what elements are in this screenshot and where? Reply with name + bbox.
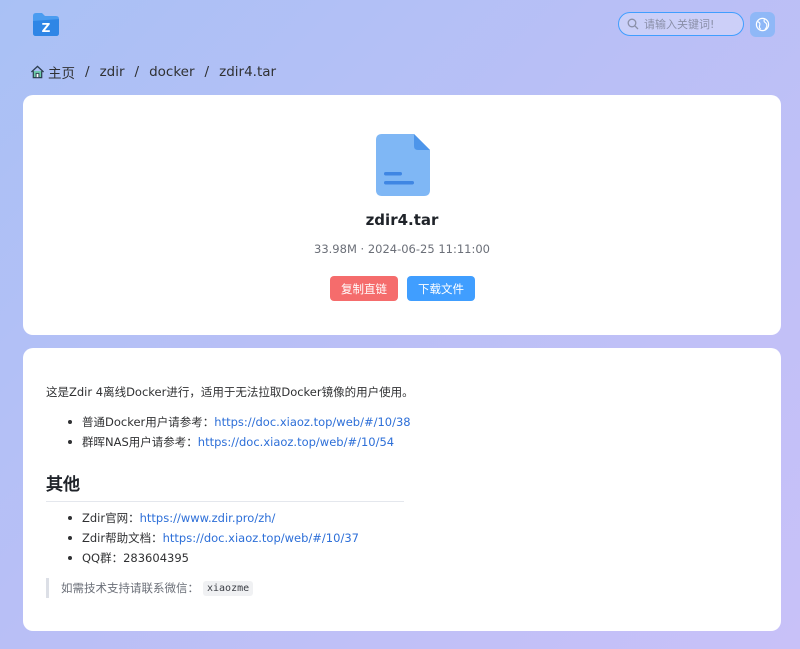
breadcrumb-home[interactable]: 主页 (30, 62, 75, 82)
doc-link[interactable]: https://doc.xiaoz.top/web/#/10/54 (198, 435, 394, 449)
list-item-label: 普通Docker用户请参考： (82, 415, 215, 429)
breadcrumb-home-label: 主页 (48, 66, 75, 82)
list-item: 群晖NAS用户请参考：https://doc.xiaoz.top/web/#/1… (68, 432, 411, 452)
readme-card: 这是Zdir 4离线Docker进行，适用于无法拉取Docker镜像的用户使用。… (23, 348, 781, 631)
file-name: zdir4.tar (365, 211, 439, 229)
app-logo-icon[interactable]: Z (31, 11, 61, 37)
globe-icon (755, 17, 770, 32)
search-icon (627, 18, 639, 30)
breadcrumb-item-current: zdir4.tar (219, 64, 277, 80)
website-link[interactable]: https://www.zdir.pro/zh/ (140, 511, 276, 525)
top-header: Z (0, 0, 800, 50)
docs-list: 普通Docker用户请参考：https://doc.xiaoz.top/web/… (68, 412, 411, 452)
breadcrumb-separator: / (85, 64, 90, 80)
copy-link-button[interactable]: 复制直链 (330, 276, 398, 301)
qq-group-number: 283604395 (123, 551, 189, 565)
file-icon (376, 134, 430, 196)
breadcrumb: 主页 / zdir / docker / zdir4.tar (30, 62, 276, 82)
search-box[interactable] (618, 12, 744, 36)
list-item-label: 群晖NAS用户请参考： (82, 435, 198, 449)
list-item: QQ群：283604395 (68, 548, 359, 568)
breadcrumb-item-zdir[interactable]: zdir (100, 64, 125, 80)
breadcrumb-separator: / (134, 64, 140, 80)
list-item-label: QQ群： (82, 551, 124, 565)
list-item: Zdir官网：https://www.zdir.pro/zh/ (68, 508, 359, 528)
language-button[interactable] (750, 12, 775, 37)
section-heading: 其他 (46, 470, 404, 502)
wechat-id-code: xiaozme (203, 580, 254, 596)
home-icon (30, 65, 45, 79)
breadcrumb-item-docker[interactable]: docker (149, 64, 194, 80)
file-meta: 33.98M · 2024-06-25 11:11:00 (314, 242, 490, 256)
doc-link[interactable]: https://doc.xiaoz.top/web/#/10/38 (214, 415, 410, 429)
list-item: Zdir帮助文档：https://doc.xiaoz.top/web/#/10/… (68, 528, 359, 548)
file-info-card: zdir4.tar 33.98M · 2024-06-25 11:11:00 复… (23, 95, 781, 335)
list-item: 普通Docker用户请参考：https://doc.xiaoz.top/web/… (68, 412, 411, 432)
breadcrumb-separator: / (204, 64, 210, 80)
support-quote: 如需技术支持请联系微信： xiaozme (46, 578, 254, 598)
list-item-label: Zdir帮助文档： (82, 531, 163, 545)
download-button[interactable]: 下载文件 (407, 276, 475, 301)
search-input[interactable] (644, 17, 740, 31)
readme-intro: 这是Zdir 4离线Docker进行，适用于无法拉取Docker镜像的用户使用。 (46, 385, 414, 399)
svg-text:Z: Z (42, 21, 51, 35)
other-list: Zdir官网：https://www.zdir.pro/zh/ Zdir帮助文档… (68, 508, 359, 568)
list-item-label: Zdir官网： (82, 511, 140, 525)
help-doc-link[interactable]: https://doc.xiaoz.top/web/#/10/37 (163, 531, 359, 545)
quote-text: 如需技术支持请联系微信： (61, 581, 199, 595)
